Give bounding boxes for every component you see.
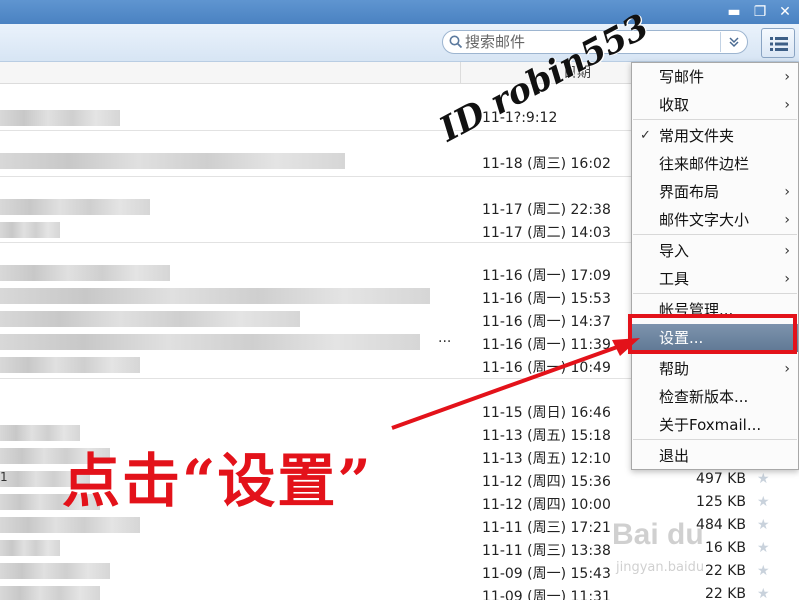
instruction-text: 点击“设置” <box>62 447 373 515</box>
site-logo: Bai du <box>612 518 704 551</box>
site-url: jingyan.baidu <box>616 560 705 575</box>
